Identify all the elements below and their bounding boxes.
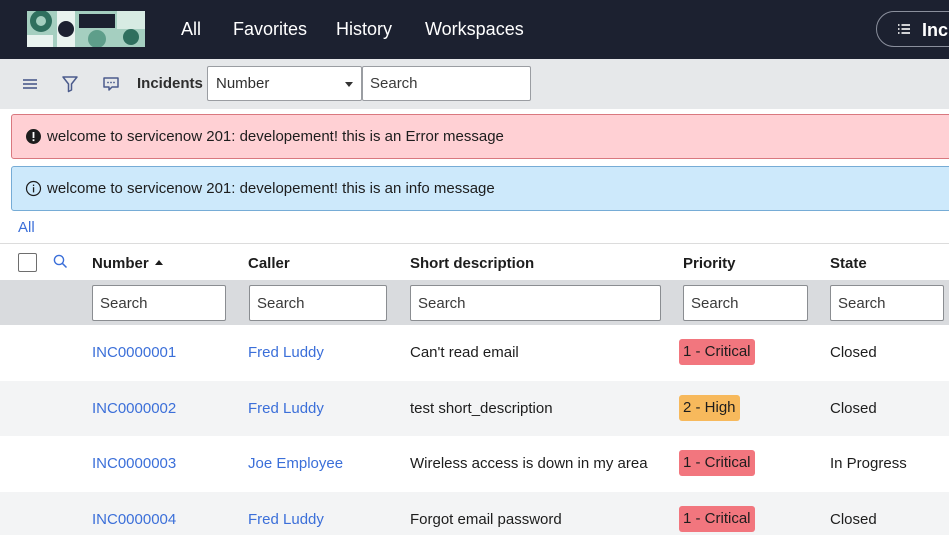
- context-label: Inci: [922, 20, 949, 40]
- short-description: Wireless access is down in my area: [410, 455, 648, 472]
- search-field-select[interactable]: Number: [207, 66, 362, 101]
- error-message-text: welcome to servicenow 201: developement!…: [47, 128, 504, 145]
- incident-number-link[interactable]: INC0000004: [92, 511, 176, 529]
- column-header-priority[interactable]: Priority: [683, 255, 736, 273]
- list-search-input[interactable]: [362, 66, 531, 101]
- short-description: test short_description: [410, 400, 553, 417]
- caller-link[interactable]: Fred Luddy: [248, 400, 324, 418]
- priority-search-input[interactable]: [683, 285, 808, 321]
- exclamation-circle-icon: [25, 128, 42, 145]
- info-message: welcome to servicenow 201: developement!…: [11, 166, 949, 211]
- caller-search-input[interactable]: [249, 285, 387, 321]
- context-pill-button[interactable]: Inci: [876, 11, 949, 47]
- caller-link[interactable]: Joe Employee: [248, 455, 343, 473]
- breadcrumb[interactable]: All: [18, 219, 35, 237]
- search-field-value: Number: [216, 75, 270, 92]
- top-navigation: All Favorites History Workspaces Inci: [0, 0, 949, 59]
- incident-number-link[interactable]: INC0000001: [92, 344, 176, 362]
- table-row: INC0000004 Fred Luddy Forgot email passw…: [0, 492, 949, 535]
- state-value: Closed: [830, 344, 877, 361]
- state-value: Closed: [830, 400, 877, 417]
- priority-badge: 1 - Critical: [679, 506, 755, 532]
- state-search-input[interactable]: [830, 285, 944, 321]
- priority-badge: 2 - High: [679, 395, 740, 421]
- column-header-number[interactable]: Number: [92, 255, 163, 273]
- nav-all[interactable]: All: [181, 18, 201, 40]
- list-toolbar: Incidents Number: [0, 59, 949, 109]
- short-description-search-input[interactable]: [410, 285, 661, 321]
- table-row: INC0000003 Joe Employee Wireless access …: [0, 436, 949, 491]
- caret-down-icon: [345, 82, 353, 87]
- column-header-state[interactable]: State: [830, 255, 867, 273]
- priority-badge: 1 - Critical: [679, 339, 755, 365]
- nav-workspaces[interactable]: Workspaces: [425, 18, 524, 40]
- sort-ascending-icon: [154, 260, 163, 265]
- table-row: INC0000001 Fred Luddy Can't read email 1…: [0, 325, 949, 380]
- info-circle-icon: [25, 180, 42, 197]
- list-icon: [897, 22, 911, 39]
- incident-number-link[interactable]: INC0000003: [92, 455, 176, 473]
- error-message: welcome to servicenow 201: developement!…: [11, 114, 949, 159]
- list-title: Incidents: [137, 75, 203, 92]
- hamburger-menu-icon[interactable]: [20, 74, 40, 94]
- priority-badge: 1 - Critical: [679, 450, 755, 476]
- nav-favorites[interactable]: Favorites: [233, 18, 307, 40]
- short-description: Forgot email password: [410, 511, 562, 528]
- short-description: Can't read email: [410, 344, 519, 361]
- caller-link[interactable]: Fred Luddy: [248, 511, 324, 529]
- column-header-number-label: Number: [92, 255, 149, 272]
- info-message-text: welcome to servicenow 201: developement!…: [47, 180, 495, 197]
- filter-icon[interactable]: [60, 74, 80, 94]
- number-search-input[interactable]: [92, 285, 226, 321]
- logo[interactable]: [27, 11, 145, 47]
- chat-icon[interactable]: [101, 74, 121, 94]
- nav-history[interactable]: History: [336, 18, 392, 40]
- incident-number-link[interactable]: INC0000002: [92, 400, 176, 418]
- state-value: In Progress: [830, 455, 907, 472]
- caller-link[interactable]: Fred Luddy: [248, 344, 324, 362]
- select-all-checkbox[interactable]: [18, 253, 37, 272]
- column-header-short-description[interactable]: Short description: [410, 255, 534, 273]
- column-header-caller[interactable]: Caller: [248, 255, 290, 273]
- state-value: Closed: [830, 511, 877, 528]
- magnifier-icon[interactable]: [52, 253, 69, 270]
- table-row: INC0000002 Fred Luddy test short_descrip…: [0, 381, 949, 436]
